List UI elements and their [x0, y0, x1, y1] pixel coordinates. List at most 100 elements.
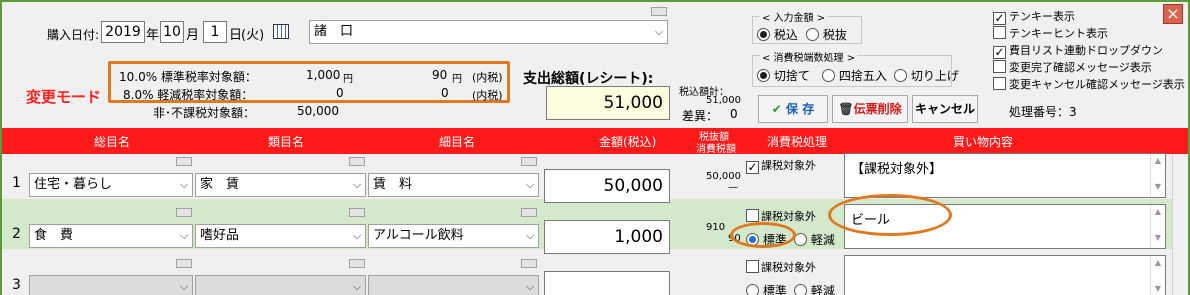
category-mini-button[interactable]: [176, 259, 192, 268]
option-label: 変更完了確認メッセージ表示: [1009, 61, 1152, 74]
table-scrollbar[interactable]: [1172, 154, 1188, 295]
input-amount-title: < 入力金額 >: [760, 9, 828, 24]
header-item: 細目名: [439, 135, 476, 149]
content-input[interactable]: [844, 255, 1166, 295]
std-rate-label: 10.0% 標準税率対象額：: [119, 70, 257, 84]
class-mini-button[interactable]: [349, 157, 365, 166]
opt-ceil[interactable]: 切り上げ: [894, 67, 959, 84]
header-amount: 金額(税込): [599, 135, 657, 149]
exempt-label: 非･不課税対象額：: [153, 106, 256, 120]
reduced-rate-radio[interactable]: 軽減: [794, 231, 835, 248]
amount-input[interactable]: 1,000: [544, 220, 670, 254]
checkmark-icon: ✔: [771, 102, 782, 116]
month-input[interactable]: 10: [160, 21, 184, 43]
calendar-icon[interactable]: [273, 24, 289, 39]
header-tax-bottom: 消費税額: [696, 144, 736, 155]
header-content: 買い物内容: [953, 135, 1014, 149]
reduced-rate-label: 8.0% 軽減税率対象額：: [123, 88, 254, 102]
exempt-checkbox-label: 課税対象外: [761, 261, 816, 274]
radio-std[interactable]: [746, 284, 759, 295]
delete-button[interactable]: 🗑伝票削除: [832, 95, 908, 123]
exempt-amount: 50,000: [297, 104, 339, 118]
option-label: テンキー表示: [1009, 10, 1075, 23]
purchase-date-label: 購入日付:: [47, 28, 100, 42]
amount-input[interactable]: 50,000: [544, 169, 670, 203]
item-mini-button[interactable]: [521, 208, 537, 217]
save-button[interactable]: ✔ 保 存: [758, 95, 828, 123]
radio-incl[interactable]: [757, 28, 770, 41]
content-scroll[interactable]: ▲ ▼: [1150, 256, 1165, 295]
year-unit: 年: [146, 28, 160, 43]
category-select[interactable]: 食 費 ⌵: [29, 224, 193, 248]
option-label: 費目リスト連動ドロップダウン: [1009, 44, 1163, 57]
radio-annotation: [730, 222, 796, 248]
class-mini-button[interactable]: [349, 259, 365, 268]
class-select[interactable]: ⌵: [195, 275, 366, 295]
option-checkbox[interactable]: [993, 26, 1006, 39]
reduced-rate-radio[interactable]: 軽減: [794, 282, 835, 295]
header-tax-proc: 消費税処理: [767, 135, 828, 149]
option-checkbox[interactable]: [993, 77, 1006, 90]
option-checkbox[interactable]: ✓: [993, 12, 1006, 25]
item-select[interactable]: アルコール飲料 ⌵: [368, 224, 539, 248]
class-select[interactable]: 家 賃 ⌵: [195, 173, 366, 197]
item-mini-button[interactable]: [521, 157, 537, 166]
opt-floor[interactable]: 切捨て: [757, 67, 810, 84]
cancel-button[interactable]: キャンセル: [912, 95, 978, 123]
class-select[interactable]: 嗜好品 ⌵: [195, 224, 366, 248]
option-item[interactable]: ✓ 費目リスト連動ドロップダウン: [993, 42, 1183, 59]
radio-ceil[interactable]: [894, 69, 907, 82]
class-mini-button[interactable]: [349, 208, 365, 217]
chevron-down-icon: ⌵: [179, 178, 189, 191]
category-select[interactable]: ⌵: [29, 275, 193, 295]
exempt-checkbox-label: 課税対象外: [761, 210, 816, 223]
trash-icon: 🗑: [838, 102, 854, 116]
day-input[interactable]: 1: [203, 21, 227, 43]
incl-total-value: 51,000: [706, 95, 741, 106]
radio-round[interactable]: [822, 69, 835, 82]
store-select[interactable]: 諸 口 ⌵: [309, 20, 668, 44]
row-number: 2: [12, 226, 21, 242]
total-input[interactable]: 51,000: [546, 86, 670, 120]
option-item[interactable]: 変更キャンセル確認メッセージ表示: [993, 76, 1185, 93]
content-scroll[interactable]: ▲ ▼: [1150, 154, 1165, 197]
category-mini-button[interactable]: [176, 157, 192, 166]
opt-incl[interactable]: 税込: [757, 26, 798, 43]
category-mini-button[interactable]: [176, 208, 192, 217]
opt-round[interactable]: 四捨五入: [822, 67, 887, 84]
store-mini-button[interactable]: [651, 7, 667, 16]
rounding-title: < 消費税端数処理 >: [760, 49, 858, 64]
total-label: 支出総額(レシート):: [523, 71, 654, 87]
content-annotation: [828, 194, 952, 236]
option-item[interactable]: 変更完了確認メッセージ表示: [993, 59, 1183, 76]
opt-excl[interactable]: 税抜: [806, 26, 847, 43]
exempt-checkbox-wrap[interactable]: ✓ 課税対象外: [746, 157, 816, 174]
exempt-checkbox[interactable]: [746, 260, 759, 273]
content-input[interactable]: 【課税対象外】: [844, 153, 1166, 198]
amount-input[interactable]: [544, 271, 670, 295]
option-checkbox[interactable]: [993, 60, 1006, 73]
exempt-checkbox[interactable]: ✓: [746, 161, 759, 174]
radio-excl[interactable]: [806, 28, 819, 41]
reduced-rate-tax: 0: [441, 86, 449, 100]
option-checkbox[interactable]: ✓: [993, 46, 1006, 59]
item-select[interactable]: 賃 料 ⌵: [368, 173, 539, 197]
chevron-down-icon: ⌵: [179, 229, 189, 242]
radio-reduced[interactable]: [794, 284, 807, 295]
year-input[interactable]: 2019: [101, 21, 145, 43]
options-list: ✓ テンキー表示 テンキーヒント表示 ✓ 費目リスト連動ドロップダウン 変更完了確認メッセ…: [993, 8, 1185, 93]
option-item[interactable]: ✓ テンキー表示: [993, 8, 1183, 25]
chevron-down-icon: ⌵: [179, 280, 189, 293]
option-item[interactable]: テンキーヒント表示: [993, 25, 1183, 42]
radio-floor[interactable]: [757, 69, 770, 82]
tax-excl-amount: 910: [706, 222, 726, 233]
exempt-checkbox-wrap[interactable]: 課税対象外: [746, 259, 816, 275]
item-select[interactable]: ⌵: [368, 275, 539, 295]
content-scroll[interactable]: ▲ ▼: [1150, 205, 1165, 248]
category-select[interactable]: 住宅・暮らし ⌵: [29, 173, 193, 197]
exempt-checkbox[interactable]: [746, 209, 759, 222]
item-mini-button[interactable]: [521, 259, 537, 268]
reduced-rate-amount: 0: [336, 86, 344, 100]
std-rate-note: (内税): [472, 71, 503, 84]
std-rate-radio[interactable]: 標準: [746, 282, 787, 295]
